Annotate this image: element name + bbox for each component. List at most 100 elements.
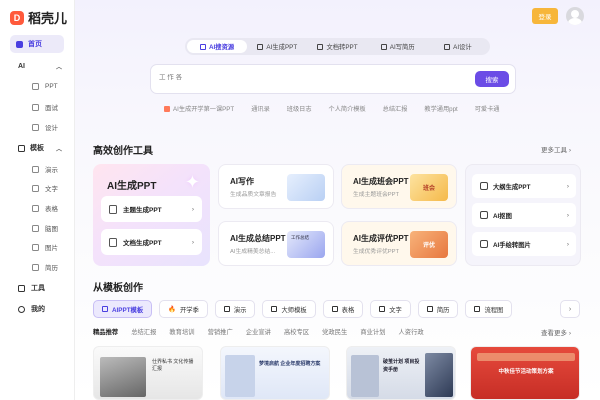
subtab-education[interactable]: 教育培训 bbox=[169, 327, 194, 336]
template-subtabs: 精品推荐 总结汇报 教育培训 营销推广 企业宣讲 高校专区 党政民生 商业计划 … bbox=[93, 327, 424, 336]
chips-next-button[interactable]: › bbox=[560, 300, 580, 318]
view-more-link[interactable]: 查看更多 › bbox=[541, 327, 571, 337]
outline-generate-ppt-button[interactable]: 大纲生成PPT › bbox=[472, 174, 576, 198]
design-icon bbox=[444, 43, 451, 50]
template-card-title: 中秋佳节活动策划方案 bbox=[498, 369, 554, 375]
image-icon bbox=[32, 243, 39, 251]
suggestion-item[interactable]: 班级日志 bbox=[287, 104, 312, 113]
ai-summary-card[interactable]: AI生成总结PPT AI生成精美总结... 工作总结 bbox=[218, 221, 334, 266]
suggestion-label: AI生成开学第一课PPT bbox=[173, 106, 235, 113]
document-icon bbox=[109, 237, 117, 247]
subtab-featured[interactable]: 精品推荐 bbox=[93, 327, 118, 336]
card-subtitle: 生成品质文章报告 bbox=[230, 192, 277, 198]
search-box: 搜索 bbox=[150, 64, 516, 94]
sidebar-item-tools[interactable]: 工具 bbox=[18, 283, 45, 293]
sidebar-item-interview[interactable]: 面试 bbox=[32, 102, 58, 112]
template-thumbnail-image bbox=[100, 357, 146, 397]
ai-evaluation-card[interactable]: AI生成评优PPT 生成优秀评优PPT 评优 bbox=[341, 221, 457, 266]
suggestion-item[interactable]: 通讯录 bbox=[251, 104, 270, 113]
card-subtitle: AI生成精美总结... bbox=[230, 249, 276, 255]
ai-ppt-card: AI生成PPT ✦ 主题生成PPT › 文档生成PPT › bbox=[93, 164, 210, 266]
sidebar-item-design[interactable]: 设计 bbox=[32, 122, 58, 132]
subtab-corporate[interactable]: 企业宣讲 bbox=[246, 327, 271, 336]
sidebar-item-label: 面试 bbox=[45, 105, 58, 112]
template-card-title: 仕界私书 文化传播汇报 bbox=[152, 359, 194, 372]
login-button[interactable]: 登录 bbox=[532, 8, 558, 24]
suggestion-item[interactable]: 个人简介模板 bbox=[329, 104, 366, 113]
subtab-business-plan[interactable]: 商业计划 bbox=[360, 327, 385, 336]
chip-text[interactable]: 文字 bbox=[370, 300, 411, 318]
tab-ai-ppt[interactable]: AI生成PPT bbox=[247, 40, 307, 53]
chip-master[interactable]: 大师模板 bbox=[262, 300, 316, 318]
chip-resume[interactable]: 简历 bbox=[417, 300, 459, 318]
sketch-icon bbox=[480, 240, 488, 248]
subtab-hr-admin[interactable]: 人资行政 bbox=[399, 327, 424, 336]
topic-generate-ppt-button[interactable]: 主题生成PPT › bbox=[101, 196, 202, 222]
card-title: AI生成评优PPT bbox=[353, 234, 409, 243]
sidebar-item-presentation[interactable]: 演示 bbox=[32, 164, 58, 174]
ai-class-meeting-card[interactable]: AI生成班会PPT 生成主题班会PPT 班会 bbox=[341, 164, 457, 209]
table-icon bbox=[331, 306, 338, 312]
chip-flowchart[interactable]: 流程图 bbox=[465, 300, 513, 318]
chevron-up-icon: ︿ bbox=[55, 146, 62, 153]
cutout-icon bbox=[480, 211, 488, 219]
chip-presentation[interactable]: 演示 bbox=[214, 300, 256, 318]
sidebar-item-image[interactable]: 图片 bbox=[32, 242, 58, 252]
sidebar-item-home[interactable]: 首页 bbox=[10, 35, 64, 53]
sidebar-item-label: 文字 bbox=[45, 186, 58, 193]
search-input[interactable] bbox=[159, 74, 459, 81]
avatar[interactable] bbox=[566, 7, 584, 25]
template-category-chips: AIPPT模板 🔥 开学季 演示 大师模板 表格 文字 简历 流程图 bbox=[93, 300, 513, 318]
search-button[interactable]: 搜索 bbox=[475, 71, 509, 87]
subtab-marketing[interactable]: 营销推广 bbox=[208, 327, 233, 336]
chip-table[interactable]: 表格 bbox=[322, 300, 364, 318]
tab-ai-resume[interactable]: AI写简历 bbox=[368, 40, 428, 53]
sidebar-item-mine[interactable]: 我的 bbox=[18, 304, 45, 314]
tab-ai-search[interactable]: AI搜资源 bbox=[187, 40, 248, 53]
tab-doc-to-ppt[interactable]: 文档转PPT bbox=[307, 40, 367, 53]
chip-back-to-school[interactable]: 🔥 开学季 bbox=[159, 300, 208, 318]
template-card[interactable]: 梦境启航 企业年度招聘方案 bbox=[220, 346, 330, 400]
subtab-summary[interactable]: 总结汇报 bbox=[131, 327, 156, 336]
sidebar-section-ai[interactable]: AI ︿ bbox=[18, 62, 62, 71]
suggestion-item[interactable]: 教学通用ppt bbox=[424, 104, 457, 113]
sidebar-item-text[interactable]: 文字 bbox=[32, 183, 58, 193]
card-title: AI写作 bbox=[230, 177, 254, 186]
interview-icon bbox=[32, 103, 39, 111]
card-title: AI生成班会PPT bbox=[353, 177, 409, 186]
tab-label: AI生成PPT bbox=[266, 44, 298, 51]
chip-aippt[interactable]: AIPPT模板 bbox=[93, 300, 153, 318]
subtab-government[interactable]: 党政民生 bbox=[322, 327, 347, 336]
logo[interactable]: D 稻壳儿 bbox=[10, 8, 67, 27]
app-window: D 稻壳儿 首页 AI ︿ PPT 面试 设计 模板 ︿ 演示 文字 表格 脑图… bbox=[0, 0, 600, 400]
chevron-right-icon: › bbox=[566, 211, 569, 219]
sidebar-item-label: 设计 bbox=[45, 125, 58, 132]
more-tools-link[interactable]: 更多工具 › bbox=[541, 144, 571, 154]
chip-label: 演示 bbox=[233, 306, 247, 314]
chevron-right-icon: › bbox=[568, 330, 571, 337]
ai-writing-card[interactable]: AI写作 生成品质文章报告 bbox=[218, 164, 334, 209]
sidebar-section-label: 模板 bbox=[30, 145, 44, 152]
chevron-right-icon: › bbox=[568, 305, 572, 313]
ai-sketch-to-image-button[interactable]: AI手绘转图片 › bbox=[472, 232, 576, 256]
sidebar-item-label: 首页 bbox=[28, 41, 42, 48]
template-card[interactable]: 仕界私书 文化传播汇报 bbox=[93, 346, 203, 400]
sidebar: D 稻壳儿 首页 AI ︿ PPT 面试 设计 模板 ︿ 演示 文字 表格 脑图… bbox=[0, 0, 75, 400]
suggestion-item[interactable]: AI生成开学第一课PPT bbox=[164, 104, 234, 113]
template-card-title: 破茧计划 项目投资手册 bbox=[383, 359, 420, 373]
chevron-right-icon: › bbox=[191, 238, 194, 246]
doc-generate-ppt-button[interactable]: 文档生成PPT › bbox=[101, 229, 202, 255]
tab-ai-design[interactable]: AI设计 bbox=[428, 40, 488, 53]
suggestion-item[interactable]: 可爱卡通 bbox=[475, 104, 500, 113]
suggestion-item[interactable]: 总结汇报 bbox=[383, 104, 408, 113]
sidebar-item-label: 工具 bbox=[31, 285, 45, 292]
sidebar-item-table[interactable]: 表格 bbox=[32, 203, 58, 213]
template-card[interactable]: 破茧计划 项目投资手册 bbox=[346, 346, 456, 400]
sidebar-item-ppt[interactable]: PPT bbox=[32, 83, 58, 90]
sidebar-item-mindmap[interactable]: 脑图 bbox=[32, 223, 58, 233]
sidebar-section-templates[interactable]: 模板 ︿ bbox=[18, 143, 62, 153]
ai-cutout-button[interactable]: AI抠图 › bbox=[472, 203, 576, 227]
subtab-university[interactable]: 高校专区 bbox=[284, 327, 309, 336]
sidebar-item-resume[interactable]: 简历 bbox=[32, 262, 58, 272]
template-card[interactable]: 中秋佳节活动策划方案 bbox=[470, 346, 580, 400]
